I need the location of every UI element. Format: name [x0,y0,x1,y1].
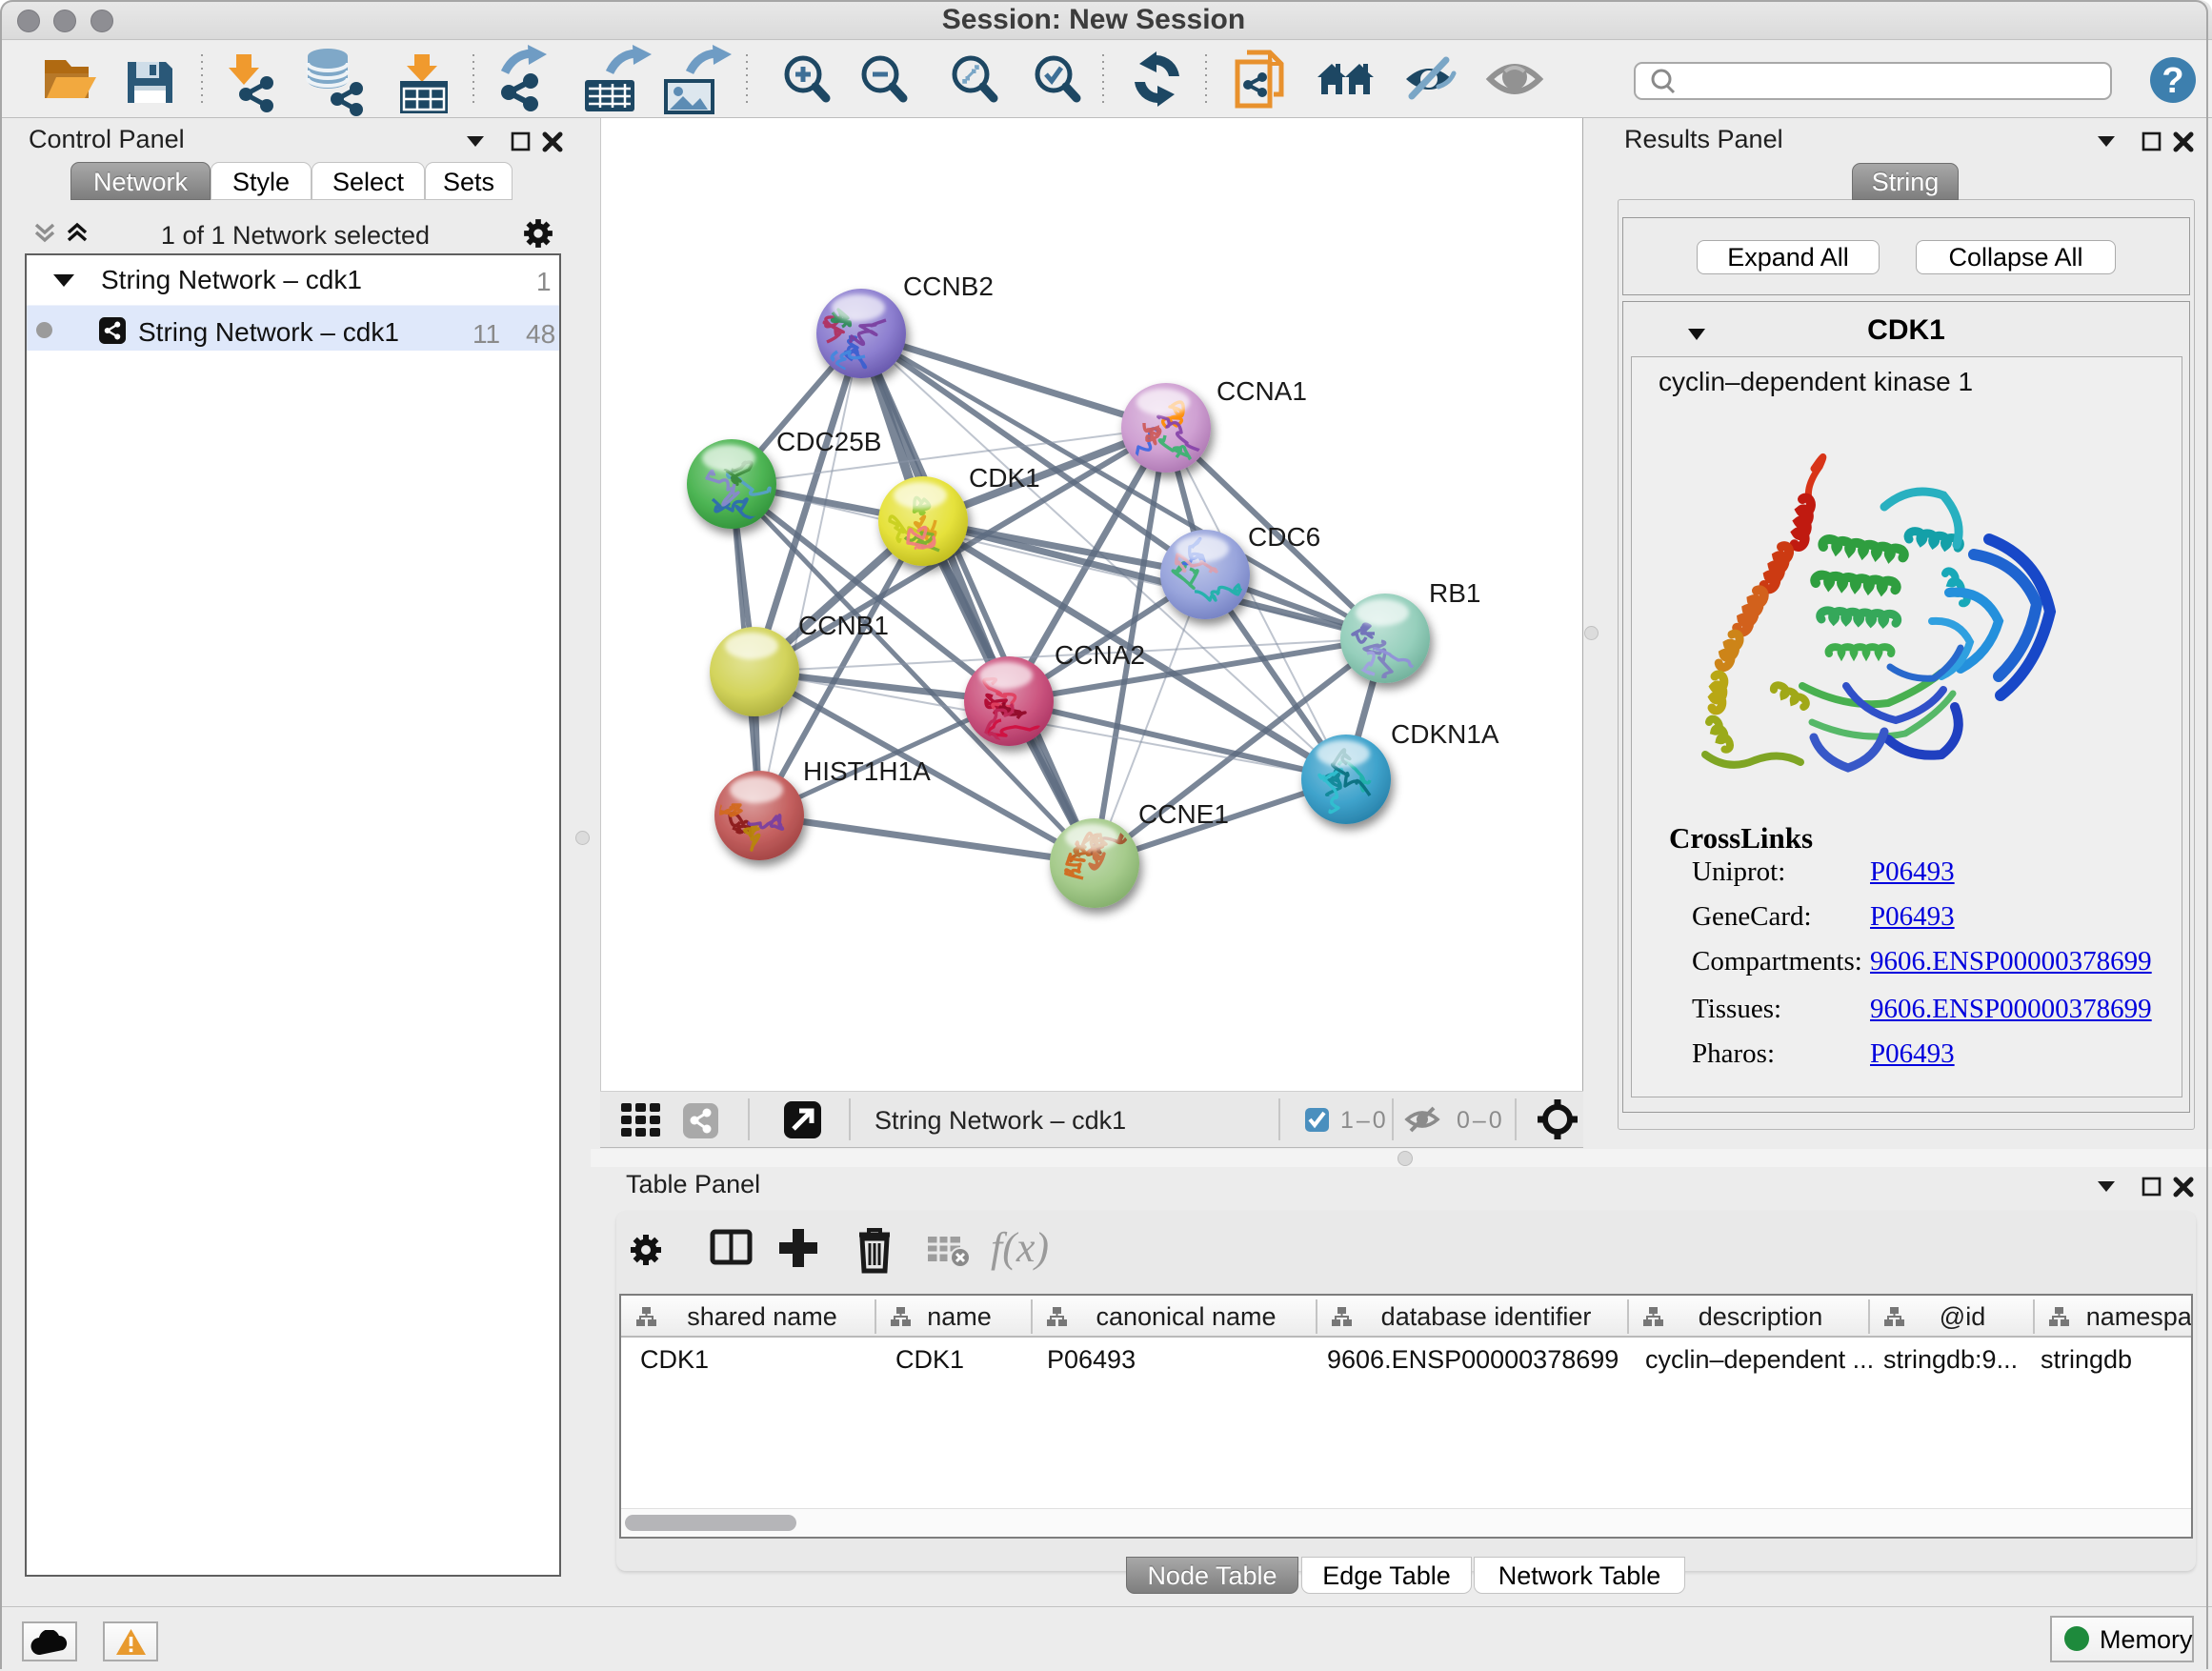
svg-text:canonical name: canonical name [1096,1302,1276,1331]
svg-text:1 – 0: 1 – 0 [1340,1107,1385,1134]
svg-text:database identifier: database identifier [1381,1302,1592,1331]
svg-text:CDK1: CDK1 [969,463,1040,493]
svg-text:CCNB1: CCNB1 [798,611,889,640]
svg-text:0 – 0: 0 – 0 [1457,1107,1501,1134]
svg-text:HIST1H1A: HIST1H1A [803,756,931,786]
svg-text:String Network – cdk1: String Network – cdk1 [875,1106,1126,1135]
svg-text:CCNA2: CCNA2 [1055,640,1145,670]
svg-text:shared name: shared name [687,1302,837,1331]
svg-text:f(x): f(x) [991,1224,1049,1271]
svg-text:RB1: RB1 [1429,578,1480,608]
svg-text:CDC6: CDC6 [1248,522,1320,552]
svg-text:CDC25B: CDC25B [776,427,881,456]
svg-text:CCNE1: CCNE1 [1138,799,1229,829]
svg-text:description: description [1699,1302,1823,1331]
svg-text:@id: @id [1940,1302,1985,1331]
svg-text:?: ? [2162,61,2183,101]
svg-text:CDKN1A: CDKN1A [1391,719,1499,749]
svg-text:CCNB2: CCNB2 [903,272,994,301]
svg-text:name: name [927,1302,992,1331]
svg-text:namespac: namespac [2086,1302,2191,1331]
svg-text:CCNA1: CCNA1 [1217,376,1307,406]
